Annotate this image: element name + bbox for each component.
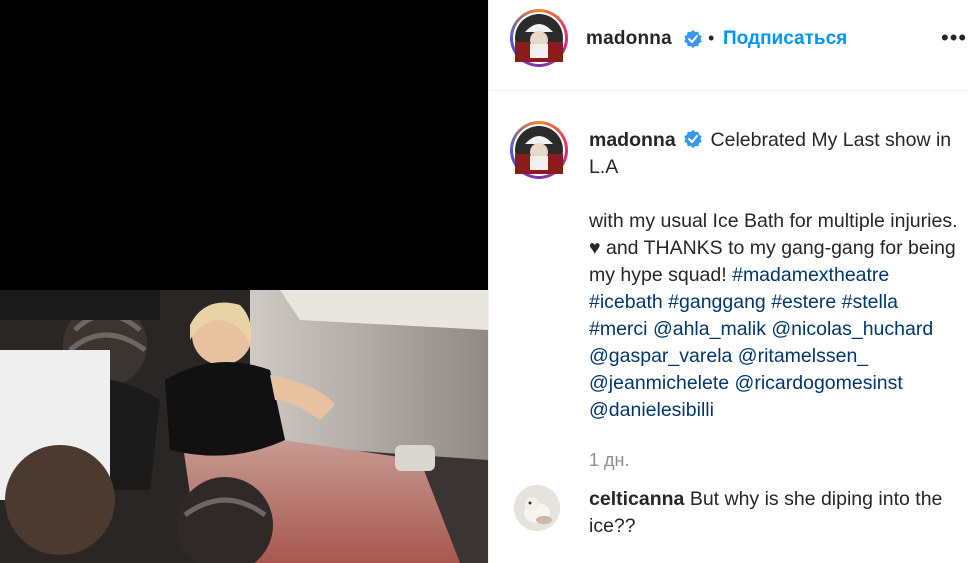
post-photo	[0, 290, 488, 563]
author-avatar[interactable]	[510, 9, 568, 67]
mention-link[interactable]: @ritamelssen_	[738, 345, 868, 367]
caption-username[interactable]: madonna	[589, 129, 676, 151]
hashtag-link[interactable]: #stella	[842, 291, 898, 313]
hashtag-link[interactable]: #ganggang	[668, 291, 766, 313]
verified-badge-icon	[684, 30, 702, 48]
post-details-panel: madonna • Подписаться ••• madonna Celebr…	[488, 0, 968, 563]
avatar-image	[515, 126, 563, 174]
hashtag-link[interactable]: #merci	[589, 318, 648, 340]
commenter-avatar[interactable]	[514, 485, 560, 531]
verified-badge-icon	[684, 130, 702, 148]
more-options-icon[interactable]: •••	[941, 25, 967, 51]
post-timestamp[interactable]: 1 дн.	[589, 450, 629, 471]
author-username[interactable]: madonna	[586, 28, 672, 50]
comment-item: celticanna But why is she diping into th…	[589, 486, 959, 540]
mention-link[interactable]: @danielesibilli	[589, 399, 714, 421]
comment-username[interactable]: celticanna	[589, 488, 684, 510]
mention-link[interactable]: @gaspar_varela	[589, 345, 732, 367]
caption-avatar[interactable]	[510, 121, 568, 179]
header-separator: •	[708, 28, 715, 48]
post-header: madonna • Подписаться •••	[489, 0, 968, 91]
hashtag-link[interactable]: #madamextheatre	[732, 264, 889, 286]
mention-link[interactable]: @ahla_malik	[653, 318, 766, 340]
hashtag-link[interactable]: #estere	[771, 291, 836, 313]
avatar-image	[514, 485, 560, 531]
avatar-image	[515, 14, 563, 62]
mention-link[interactable]: @jeanmichelete	[589, 372, 729, 394]
hashtag-link[interactable]: #icebath	[589, 291, 663, 313]
follow-button[interactable]: Подписаться	[723, 28, 847, 50]
post-caption: madonna Celebrated My Last show in L.A w…	[589, 127, 959, 424]
mention-link[interactable]: @ricardogomesinst	[735, 372, 903, 394]
post-media[interactable]	[0, 0, 488, 563]
mention-link[interactable]: @nicolas_huchard	[771, 318, 933, 340]
